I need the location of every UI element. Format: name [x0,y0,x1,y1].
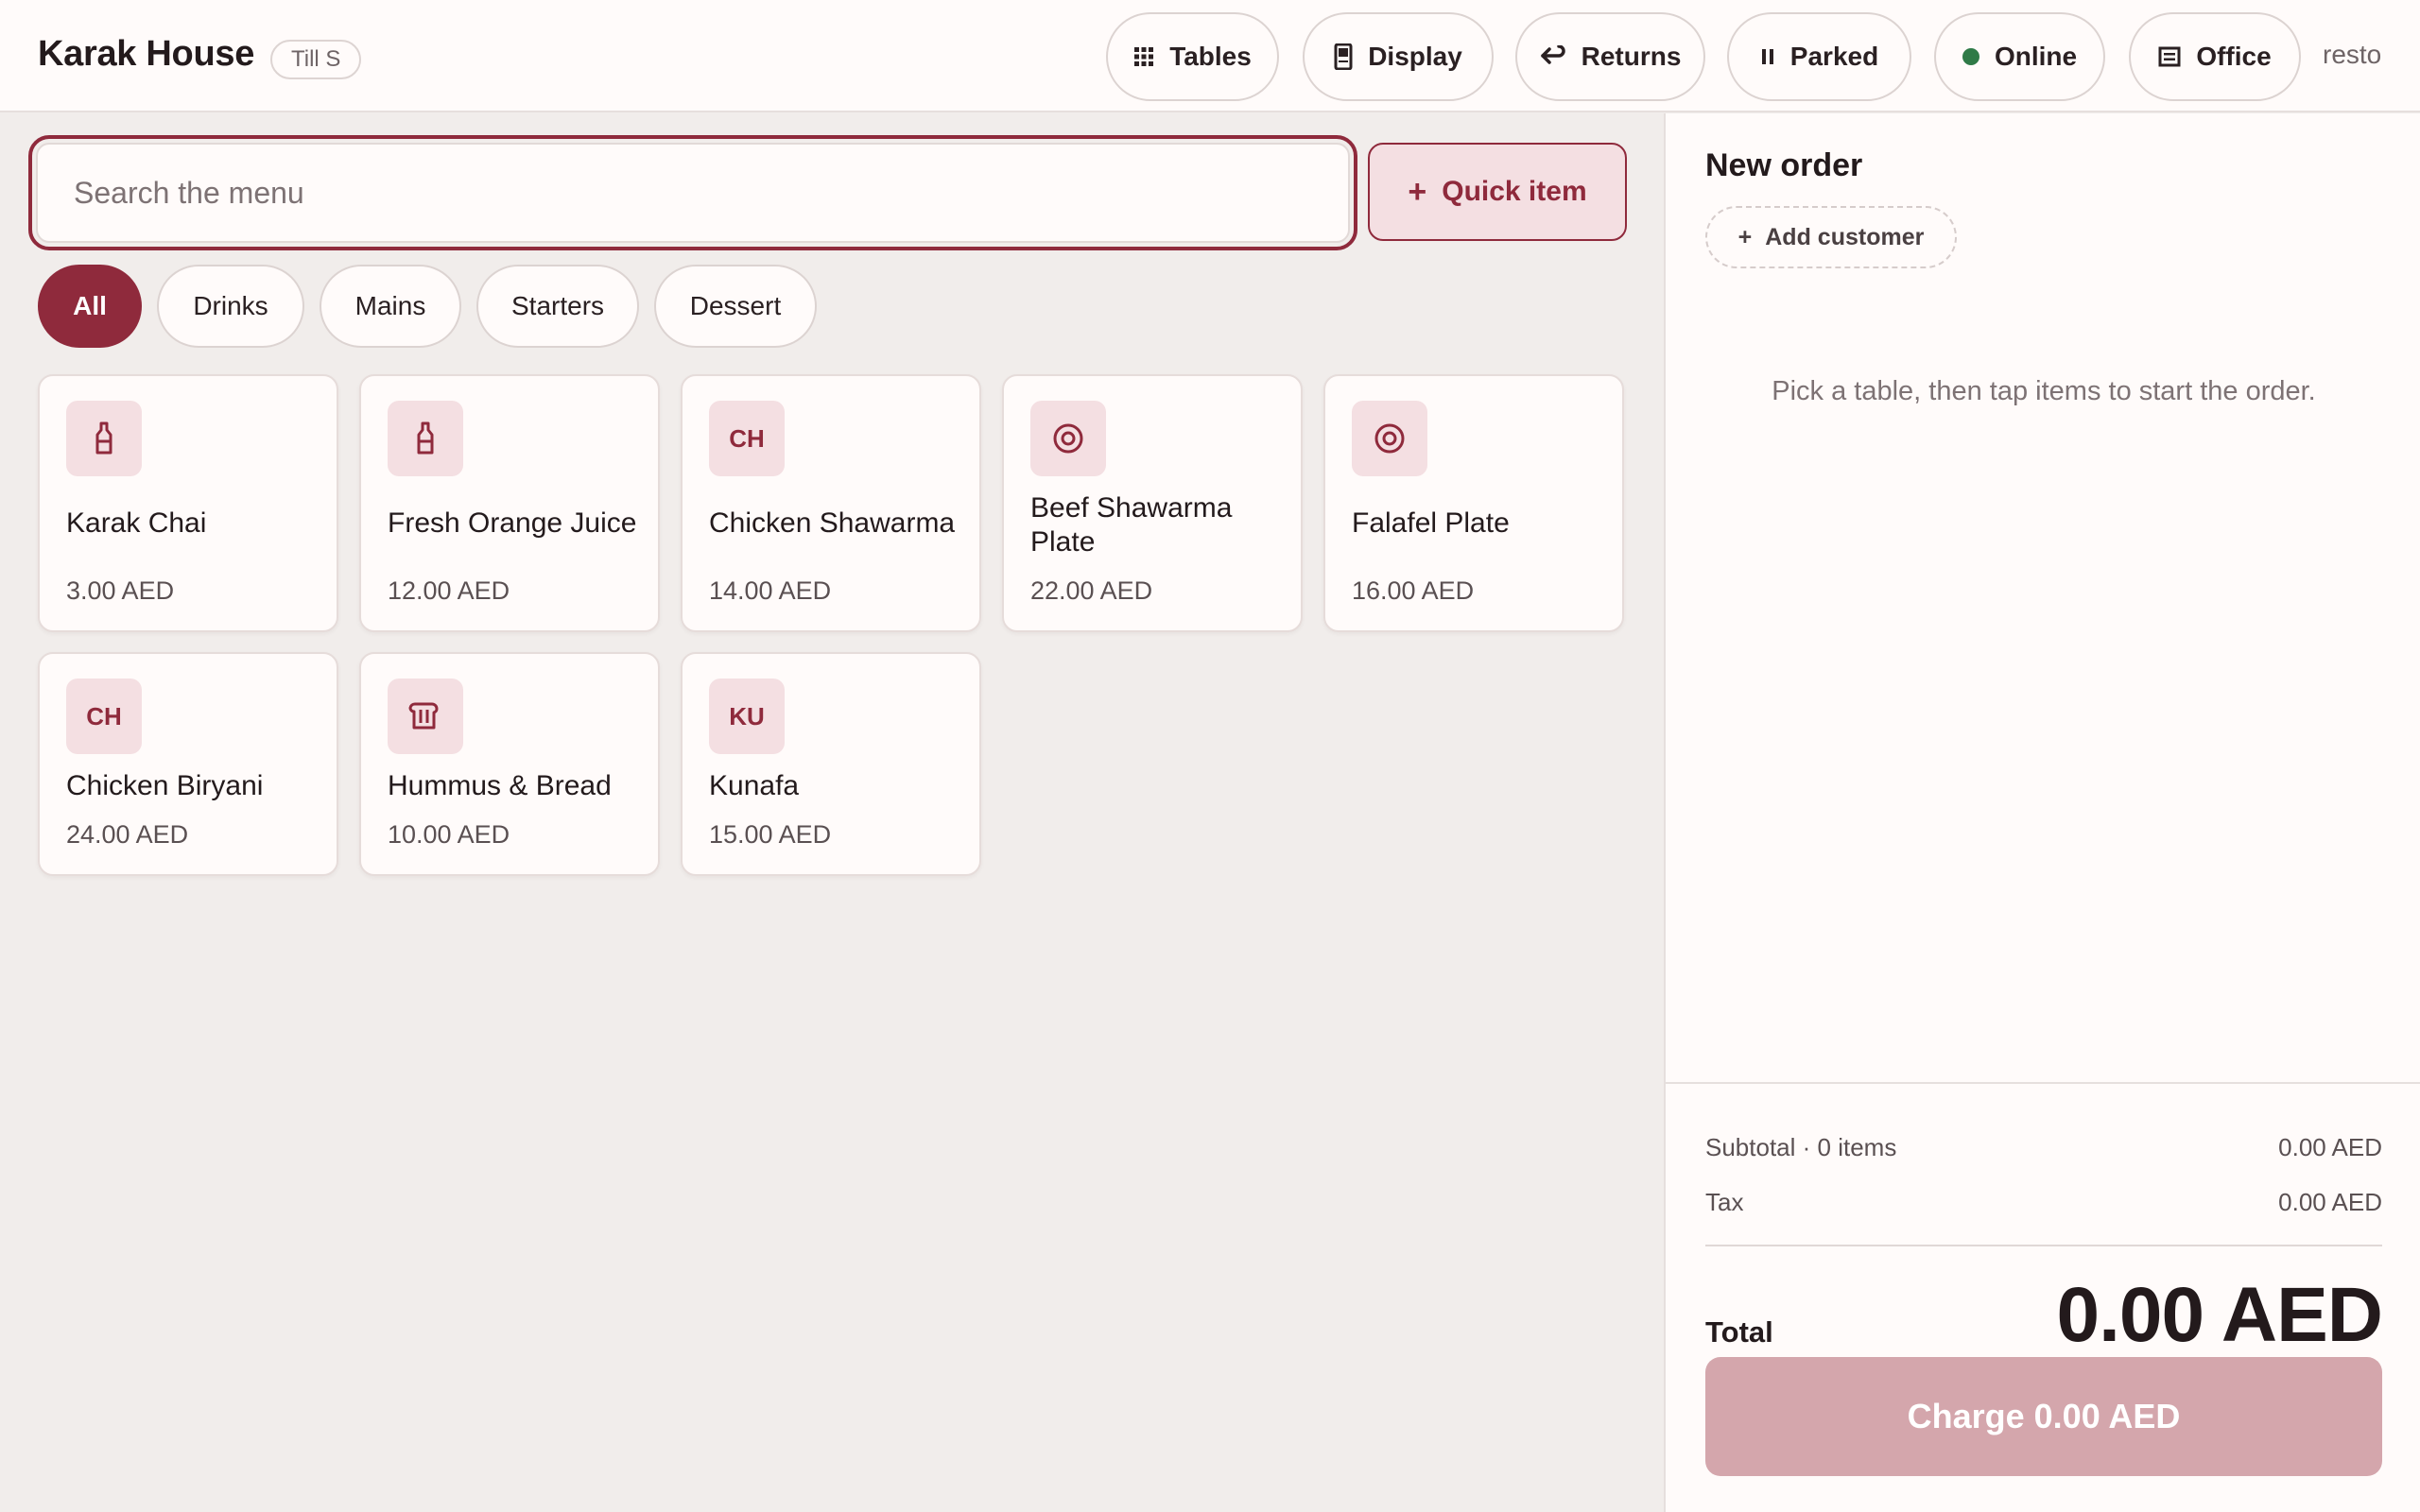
order-title: New order [1705,147,1863,183]
menu-item-card[interactable]: Beef Shawarma Plate 22.00 AED [1002,374,1303,632]
menu-item-price: 15.00 AED [709,820,832,849]
tables-button[interactable]: Tables [1106,12,1279,101]
empty-order-hint: Pick a table, then tap items to start th… [1772,376,2316,406]
parked-button[interactable]: Parked [1727,12,1911,101]
category-filter-bar: All Drinks Mains Starters Dessert [38,265,817,348]
search-input[interactable] [36,143,1350,243]
menu-item-card[interactable]: Fresh Orange Juice 12.00 AED [359,374,660,632]
add-customer-label: Add customer [1765,223,1925,250]
category-chip-starters[interactable]: Starters [476,265,639,348]
subtotal-value: 0.00 AED [2278,1133,2382,1161]
menu-item-name: Fresh Orange Juice [388,507,637,539]
menu-item-name: Chicken Shawarma [709,507,956,539]
status-dot-icon [1962,48,1979,65]
grid-icon [1133,46,1154,67]
menu-item-name: Hummus & Bread [388,770,612,801]
menu-item-card[interactable]: Karak Chai 3.00 AED [38,374,338,632]
parked-label: Parked [1789,42,1879,71]
pause-icon [1760,46,1775,67]
plate-icon [1030,401,1106,476]
returns-button[interactable]: Returns [1515,12,1705,101]
tax-label: Tax [1705,1188,1744,1216]
online-label: Online [1994,42,2078,71]
bread-icon [388,679,463,754]
order-summary: Subtotal · 0 items 0.00 AED Tax 0.00 AED… [1666,1082,2420,1358]
category-chip-dessert[interactable]: Dessert [654,265,817,348]
subtotal-label: Subtotal · 0 items [1705,1133,1897,1161]
menu-item-name: Kunafa [709,770,800,801]
menu-item-price: 16.00 AED [1352,576,1475,605]
order-panel: New order + Add customer Pick a table, t… [1664,113,2420,1512]
menu-item-card[interactable]: CH Chicken Biryani 24.00 AED [38,652,338,876]
returns-label: Returns [1581,42,1682,71]
total-value: 0.00 AED [2056,1272,2383,1358]
display-icon [1334,43,1353,70]
bottle-icon [66,401,142,476]
return-arrow-icon [1540,45,1566,68]
menu-item-card[interactable]: CH Chicken Shawarma 14.00 AED [681,374,981,632]
summary-divider [1705,1245,2382,1246]
brand-name: Karak House [38,34,255,74]
menu-item-price: 14.00 AED [709,576,832,605]
menu-item-price: 10.00 AED [388,820,510,849]
plate-icon [1352,401,1427,476]
tables-label: Tables [1169,42,1252,71]
menu-item-price: 3.00 AED [66,576,175,605]
search-focus-ring [28,135,1357,250]
initials-icon: CH [709,401,785,476]
bottle-icon [388,401,463,476]
menu-item-name: Chicken Biryani [66,770,264,801]
office-button[interactable]: Office [2129,12,2301,101]
till-badge: Till S [270,40,362,79]
add-customer-button[interactable]: + Add customer [1705,206,1957,268]
display-button[interactable]: Display [1303,12,1494,101]
initials-icon: KU [709,679,785,754]
quick-item-label: Quick item [1442,176,1587,207]
charge-button[interactable]: Charge 0.00 AED [1705,1357,2382,1476]
menu-item-price: 24.00 AED [66,820,189,849]
office-icon [2158,46,2181,67]
category-chip-all[interactable]: All [38,265,142,348]
menu-item-price: 22.00 AED [1030,576,1153,605]
menu-item-card[interactable]: Falafel Plate 16.00 AED [1323,374,1624,632]
category-chip-drinks[interactable]: Drinks [157,265,304,348]
subtotal-row: Subtotal · 0 items 0.00 AED [1705,1133,2382,1162]
quick-item-button[interactable]: + Quick item [1368,143,1627,241]
menu-item-card[interactable]: Hummus & Bread 10.00 AED [359,652,660,876]
category-chip-mains[interactable]: Mains [320,265,461,348]
user-name[interactable]: resto [2323,40,2381,70]
office-label: Office [2196,42,2272,71]
tax-value: 0.00 AED [2278,1188,2382,1216]
top-bar: Karak House Till S Tables Display Return… [0,0,2420,112]
menu-item-name: Falafel Plate [1352,507,1510,539]
online-status-button[interactable]: Online [1934,12,2105,101]
menu-item-name: Beef Shawarma Plate [1030,492,1233,558]
plus-icon: + [1737,223,1753,250]
menu-item-card[interactable]: KU Kunafa 15.00 AED [681,652,981,876]
menu-item-price: 12.00 AED [388,576,510,605]
total-label: Total [1705,1315,1773,1349]
initials-icon: CH [66,679,142,754]
display-label: Display [1368,42,1462,71]
tax-row: Tax 0.00 AED [1705,1188,2382,1217]
menu-item-name: Karak Chai [66,507,207,539]
plus-icon: + [1408,173,1427,210]
